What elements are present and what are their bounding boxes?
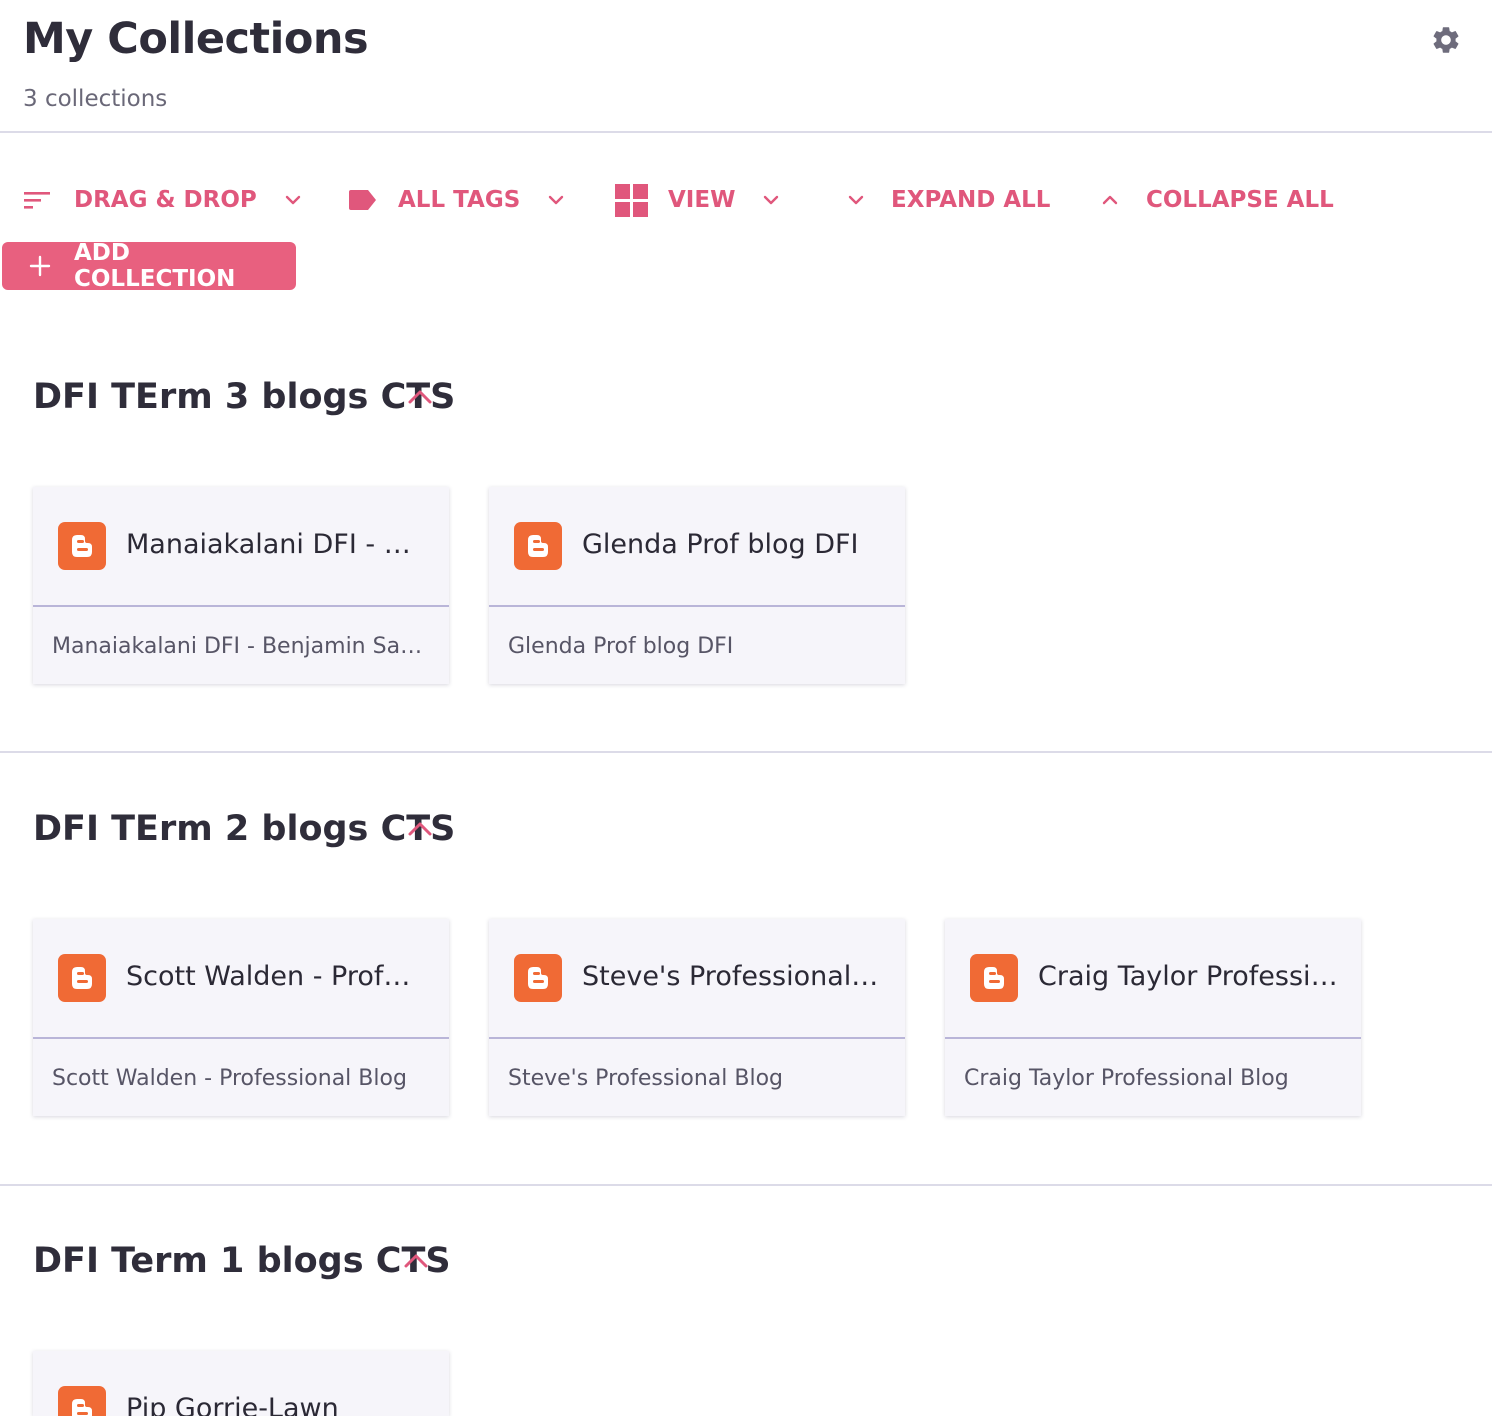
chevron-up-icon[interactable] <box>406 815 434 843</box>
toolbar: DRAG & DROP ALL TAGS VIEW EXPAND ALL COL… <box>0 170 1492 230</box>
blogger-icon <box>514 954 562 1002</box>
view-dropdown[interactable]: VIEW <box>615 170 779 230</box>
card-title: Steve's Professional Blog <box>582 961 882 992</box>
add-collection-button[interactable]: ADD COLLECTION <box>2 240 296 292</box>
all-tags-dropdown[interactable]: ALL TAGS <box>349 170 564 230</box>
bookmark-card[interactable]: Pip Gorrie-Lawn <box>33 1351 449 1416</box>
page-header: My Collections 3 collections <box>0 0 1492 133</box>
expand-all-label: EXPAND ALL <box>891 187 1051 213</box>
card-title: Manaiakalani DFI - Benjamin Sapolu <box>126 529 426 560</box>
blogger-icon <box>58 1386 106 1416</box>
bookmark-card[interactable]: Manaiakalani DFI - Benjamin Sapolu Manai… <box>33 487 449 684</box>
blogger-icon <box>58 954 106 1002</box>
tag-icon <box>349 190 376 210</box>
blogger-icon <box>58 522 106 570</box>
collection-title: DFI TErm 3 blogs CTS <box>33 377 456 417</box>
bookmark-card[interactable]: Steve's Professional Blog Steve's Profes… <box>489 919 905 1116</box>
collection-count: 3 collections <box>23 86 168 112</box>
sort-icon <box>24 190 50 210</box>
card-description: Manaiakalani DFI - Benjamin Sapolu <box>52 634 432 659</box>
card-title: Glenda Prof blog DFI <box>582 529 859 560</box>
drag-drop-label: DRAG & DROP <box>74 187 257 213</box>
card-description: Scott Walden - Professional Blog <box>52 1066 407 1091</box>
chevron-up-icon <box>1102 194 1118 206</box>
card-header: Glenda Prof blog DFI <box>489 487 905 607</box>
card-description: Glenda Prof blog DFI <box>508 634 734 659</box>
chevron-down-icon <box>548 194 564 206</box>
chevron-down-icon <box>285 194 301 206</box>
collection-title: DFI TErm 2 blogs CTS <box>33 809 456 849</box>
drag-drop-dropdown[interactable]: DRAG & DROP <box>24 170 301 230</box>
chevron-up-icon[interactable] <box>402 1247 430 1275</box>
view-label: VIEW <box>668 187 736 213</box>
card-header: Pip Gorrie-Lawn <box>33 1351 449 1416</box>
add-collection-label: ADD COLLECTION <box>74 240 236 292</box>
card-title: Craig Taylor Professional Blog <box>1038 961 1338 992</box>
chevron-up-icon[interactable] <box>406 383 434 411</box>
card-header: Manaiakalani DFI - Benjamin Sapolu <box>33 487 449 607</box>
card-header: Scott Walden - Professional Blog <box>33 919 449 1039</box>
blogger-icon <box>970 954 1018 1002</box>
card-header: Craig Taylor Professional Blog <box>945 919 1361 1039</box>
page-title: My Collections <box>23 14 369 64</box>
all-tags-label: ALL TAGS <box>398 187 521 213</box>
card-description: Craig Taylor Professional Blog <box>964 1066 1289 1091</box>
gear-icon[interactable] <box>1430 24 1462 56</box>
bookmark-card[interactable]: Craig Taylor Professional Blog Craig Tay… <box>945 919 1361 1116</box>
collection-title: DFI Term 1 blogs CTS <box>33 1241 451 1281</box>
card-title: Pip Gorrie-Lawn <box>126 1393 339 1416</box>
card-title: Scott Walden - Professional Blog <box>126 961 426 992</box>
section-divider <box>0 1184 1492 1186</box>
chevron-down-icon <box>763 194 779 206</box>
section-divider <box>0 751 1492 753</box>
bookmark-card[interactable]: Glenda Prof blog DFI Glenda Prof blog DF… <box>489 487 905 684</box>
collapse-all-label: COLLAPSE ALL <box>1146 187 1334 213</box>
collapse-all-button[interactable]: COLLAPSE ALL <box>1102 170 1334 230</box>
grid-icon <box>615 183 648 217</box>
blogger-icon <box>514 522 562 570</box>
expand-all-button[interactable]: EXPAND ALL <box>848 170 1050 230</box>
chevron-down-icon <box>848 194 864 206</box>
bookmark-card[interactable]: Scott Walden - Professional Blog Scott W… <box>33 919 449 1116</box>
card-description: Steve's Professional Blog <box>508 1066 784 1091</box>
plus-icon <box>28 254 52 278</box>
card-header: Steve's Professional Blog <box>489 919 905 1039</box>
